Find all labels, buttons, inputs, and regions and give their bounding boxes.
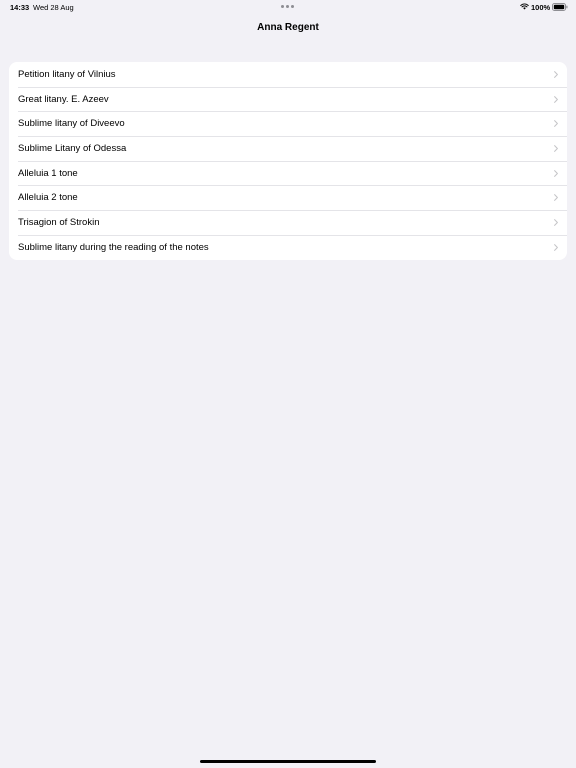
list-item[interactable]: Alleluia 2 tone bbox=[9, 185, 567, 210]
multitasking-dots-icon[interactable] bbox=[281, 5, 294, 8]
chevron-right-icon bbox=[554, 95, 558, 103]
list-item-label: Alleluia 1 tone bbox=[18, 167, 78, 179]
list-item[interactable]: Great litany. E. Azeev bbox=[9, 86, 567, 112]
litany-list: Petition litany of Vilnius Great litany.… bbox=[9, 62, 567, 260]
chevron-right-icon bbox=[554, 71, 558, 78]
list-item[interactable]: Sublime litany during the reading of the… bbox=[9, 234, 567, 260]
chevron-right-icon bbox=[554, 169, 558, 177]
list-item[interactable]: Sublime litany of Diveevo bbox=[9, 111, 567, 136]
battery-percentage: 100% bbox=[531, 3, 551, 12]
list-item-label: Sublime Litany of Odessa bbox=[18, 142, 127, 154]
page-title: Anna Regent bbox=[257, 22, 319, 33]
list-item-label: Petition litany of Vilnius bbox=[18, 68, 116, 80]
chevron-right-icon bbox=[554, 243, 558, 251]
chevron-right-icon bbox=[554, 145, 558, 152]
list-item[interactable]: Trisagion of Strokin bbox=[9, 210, 567, 235]
list-item-label: Sublime litany during the reading of the… bbox=[18, 241, 209, 253]
chevron-right-icon bbox=[554, 219, 558, 227]
list-item-label: Sublime litany of Diveevo bbox=[18, 118, 125, 130]
status-bar: 14:33 Wed 28 Aug 100% bbox=[0, 0, 576, 14]
status-time: 14:33 bbox=[10, 3, 30, 12]
chevron-right-icon bbox=[554, 194, 558, 202]
home-indicator[interactable] bbox=[200, 760, 376, 763]
wifi-icon bbox=[520, 3, 529, 10]
list-item[interactable]: Petition litany of Vilnius bbox=[9, 62, 567, 87]
status-date: Wed 28 Aug bbox=[33, 3, 74, 12]
chevron-right-icon bbox=[554, 120, 558, 128]
list-item-label: Alleluia 2 tone bbox=[18, 192, 78, 204]
battery-icon bbox=[552, 3, 568, 11]
list-item-label: Trisagion of Strokin bbox=[18, 216, 100, 228]
list-item-label: Great litany. E. Azeev bbox=[18, 93, 109, 105]
list-item[interactable]: Alleluia 1 tone bbox=[9, 160, 567, 186]
list-item[interactable]: Sublime Litany of Odessa bbox=[9, 136, 567, 161]
